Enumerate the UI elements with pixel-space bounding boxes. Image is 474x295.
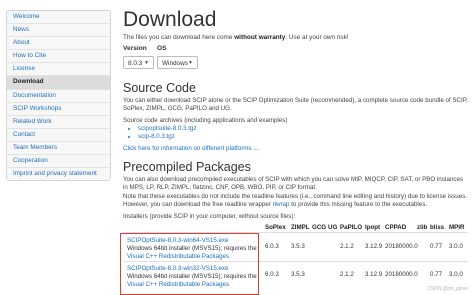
sidebar-item-about[interactable]: About [7, 37, 110, 51]
sidebar-item-documentation[interactable]: Documentation [7, 90, 110, 103]
lead-text-end: . Use at your own risk! [285, 34, 349, 41]
highlight-box [120, 233, 259, 295]
warranty-notice: The files you can download here come wit… [123, 34, 349, 41]
sidebar-item-imprint-and-privacy-statement[interactable]: Imprint and privacy statement [7, 168, 110, 180]
table-cell: 3.12.9 [365, 243, 383, 250]
rlwrap-link[interactable]: rlwrap [273, 201, 290, 208]
version-select-value: 8.0.3 [128, 60, 143, 67]
source-code-heading: Source Code [123, 81, 196, 95]
col-header-ug: UG [328, 224, 338, 231]
page-title: Download [123, 8, 217, 31]
col-header-soplex: SoPlex [265, 224, 286, 231]
os-select-value: Windows [162, 60, 188, 67]
table-cell: 0.77 [430, 243, 443, 250]
sidebar-item-contact[interactable]: Contact [7, 129, 110, 142]
table-cell: 2.1.2 [340, 243, 354, 250]
sidebar-item-team-members[interactable]: Team Members [7, 142, 110, 156]
table-cell: 6.0.3 [265, 271, 279, 278]
col-header-papilo: PaPILO [340, 224, 363, 231]
archive-link-scip[interactable]: scip-8.0.3.tgz [138, 133, 196, 141]
precompiled-heading: Precompiled Packages [123, 160, 251, 174]
col-header-zlib: zlib [417, 224, 428, 231]
table-cell: 20180000.0 [385, 243, 418, 250]
table-cell: 3.0.0 [449, 243, 463, 250]
sidebar-item-how-to-cite[interactable]: How to Cite [7, 50, 110, 64]
lead-bold: without warranty [234, 34, 286, 41]
chevron-down-icon: ▼ [144, 60, 149, 66]
os-label: OS [157, 45, 167, 52]
sidebar-item-license[interactable]: License [7, 63, 110, 77]
chevron-down-icon: ▼ [188, 60, 193, 66]
platforms-link[interactable]: Click here for information on different … [123, 145, 468, 153]
source-archive-list: scipoptsuite-8.0.3.tgz scip-8.0.3.tgz [132, 125, 196, 142]
archive-link-suite[interactable]: scipoptsuite-8.0.3.tgz [138, 125, 196, 133]
col-header-ipopt: Ipopt [365, 224, 381, 231]
lead-text: The files you can download here come [123, 34, 235, 41]
sidebar-item-download[interactable]: Download [7, 76, 110, 90]
sidebar-item-scip-workshops[interactable]: SCIP Workshops [7, 103, 110, 116]
watermark: CSDN @zn_glove [427, 286, 468, 292]
os-select[interactable]: Windows ▼ [157, 56, 198, 69]
readline-note: Note that these executables do not inclu… [123, 193, 468, 210]
table-cell: 2.1.2 [340, 271, 354, 278]
table-cell: 3.5.3 [291, 243, 305, 250]
col-header-bliss: bliss [430, 224, 445, 231]
sidebar-nav: Welcome News About How to Cite License Downlo… [6, 10, 111, 182]
table-cell: 3.5.3 [291, 271, 305, 278]
version-select[interactable]: 8.0.3 ▼ [123, 56, 154, 69]
col-header-cppad: CPPAD [385, 224, 407, 231]
source-code-text: You can either download SCIP alone or th… [123, 97, 468, 113]
col-header-zimpl: ZIMPL [291, 224, 310, 231]
table-cell: 3.12.9 [365, 271, 383, 278]
version-label: Version [123, 45, 147, 52]
table-cell: 6.0.3 [265, 243, 279, 250]
sidebar-item-cooperation[interactable]: Cooperation [7, 155, 110, 169]
table-cell: 0.77 [430, 271, 443, 278]
sidebar-item-news[interactable]: News [7, 24, 110, 38]
table-cell: 20180000.0 [385, 271, 418, 278]
installers-label: Installers (provide SCIP in your compute… [123, 213, 296, 220]
precompiled-text: You can also download precompiled execut… [123, 176, 464, 192]
sidebar-item-welcome[interactable]: Welcome [7, 11, 110, 25]
col-header-gcg: GCG [312, 224, 327, 231]
col-header-mpir: MPIR [449, 224, 465, 231]
readline-note-text-end: to provide this missing feature to the e… [289, 201, 428, 209]
sidebar-item-related-work[interactable]: Related Work [7, 116, 110, 129]
table-cell: 3.0.0 [449, 271, 463, 278]
